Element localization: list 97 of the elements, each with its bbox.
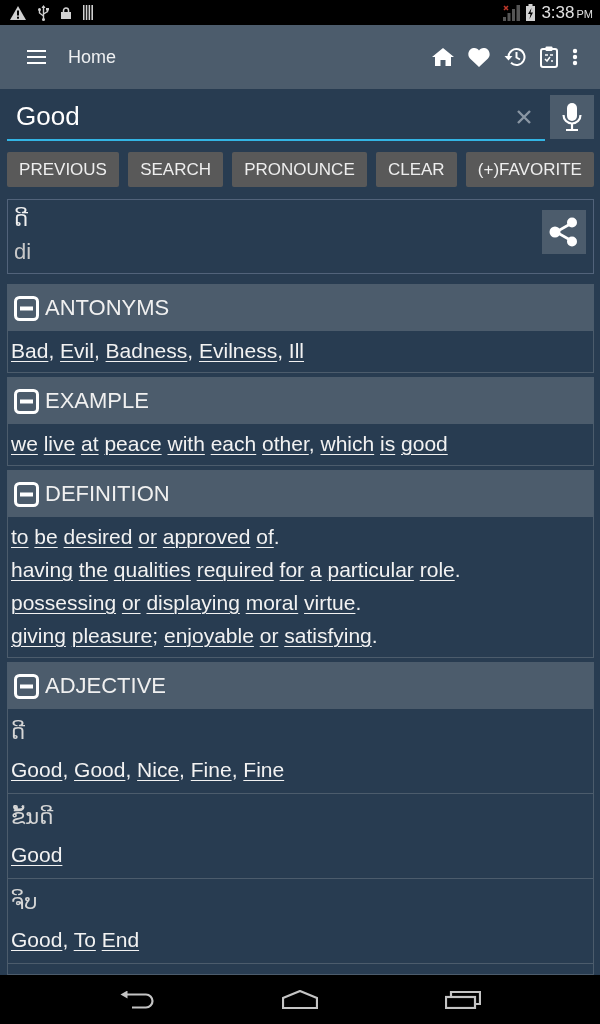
heart-icon[interactable]: [468, 47, 490, 67]
word-link[interactable]: to: [11, 525, 29, 548]
word-link[interactable]: moral: [245, 591, 299, 614]
word-link[interactable]: having: [11, 558, 73, 581]
word-link[interactable]: approved: [162, 525, 251, 548]
lao-word: ຂັ້ນດີ: [11, 804, 55, 831]
lao-word: ຈິບ: [11, 888, 39, 916]
word-link[interactable]: Nice: [137, 758, 180, 781]
word-link[interactable]: for: [279, 558, 305, 581]
word-link[interactable]: satisfying: [284, 624, 372, 647]
warning-icon: [10, 5, 26, 20]
back-icon[interactable]: [120, 990, 154, 1009]
word-link[interactable]: peace: [104, 432, 162, 455]
word-link[interactable]: with: [167, 432, 205, 455]
section-title: ADJECTIVE: [45, 673, 167, 699]
word-link[interactable]: virtue: [304, 591, 356, 614]
word-link[interactable]: possessing: [11, 591, 117, 614]
history-icon[interactable]: [504, 47, 526, 67]
linked-text-line: we live at peace with each other, which is good: [11, 431, 449, 457]
collapse-icon[interactable]: [14, 295, 39, 321]
action-button[interactable]: SEARCH: [128, 152, 224, 187]
share-icon: [549, 217, 579, 247]
word-link[interactable]: or: [259, 624, 279, 647]
lock-icon: [61, 6, 71, 19]
word-link[interactable]: End: [101, 928, 140, 951]
word-link[interactable]: we: [11, 432, 38, 455]
romanization-text: di: [14, 238, 33, 266]
menu-icon[interactable]: [27, 50, 46, 64]
word-link[interactable]: Evilness: [198, 339, 278, 362]
word-link[interactable]: each: [210, 432, 257, 455]
collapse-icon[interactable]: [14, 388, 39, 414]
linked-text-line: Bad, Evil, Badness, Evilness, Ill: [11, 338, 305, 364]
linked-text-line: to be desired or approved of.: [11, 524, 281, 550]
usb-icon: [38, 4, 49, 21]
word-link[interactable]: Good: [11, 928, 63, 951]
section-title: ANTONYMS: [45, 295, 170, 321]
microphone-button[interactable]: [550, 95, 594, 139]
action-button[interactable]: CLEAR: [375, 152, 457, 187]
stripes-icon: [83, 5, 93, 20]
translation-line: Good, Good, Nice, Fine, Fine: [11, 757, 286, 783]
word-link[interactable]: is: [380, 432, 396, 455]
word-link[interactable]: giving: [11, 624, 66, 647]
word-link[interactable]: other: [262, 432, 309, 455]
word-link[interactable]: pleasure: [71, 624, 153, 647]
clock-text: 3:38 PM: [541, 2, 593, 23]
translation-line: Good, To End: [11, 927, 141, 953]
word-link[interactable]: which: [320, 432, 375, 455]
linked-text-line: having the qualities required for a particular role.: [11, 557, 462, 583]
section-title: DEFINITION: [45, 481, 170, 507]
word-link[interactable]: role: [419, 558, 455, 581]
word-link[interactable]: Evil: [60, 339, 94, 362]
word-link[interactable]: a: [309, 558, 322, 581]
search-field[interactable]: Good: [7, 93, 545, 141]
home-outline-icon[interactable]: [282, 990, 318, 1009]
word-link[interactable]: To: [73, 928, 96, 951]
clear-icon[interactable]: [517, 110, 531, 124]
word-link[interactable]: Fine: [190, 758, 232, 781]
battery-icon: [526, 4, 536, 21]
word-link[interactable]: displaying: [146, 591, 240, 614]
word-link[interactable]: Good: [11, 843, 63, 866]
word-link[interactable]: required: [196, 558, 274, 581]
section-title: EXAMPLE: [45, 388, 149, 414]
lao-word: ດີ: [11, 719, 27, 746]
microphone-icon: [562, 103, 582, 131]
word-link[interactable]: qualities: [113, 558, 191, 581]
word-link[interactable]: live: [43, 432, 76, 455]
signal-icon: [503, 4, 521, 21]
word-link[interactable]: or: [121, 591, 141, 614]
action-button[interactable]: PREVIOUS: [7, 152, 120, 187]
clipboard-icon[interactable]: [540, 46, 558, 68]
word-link[interactable]: Ill: [288, 339, 304, 362]
action-button[interactable]: PRONOUNCE: [232, 152, 367, 187]
home-icon[interactable]: [432, 48, 454, 66]
lao-word: ດີ: [14, 206, 30, 233]
word-link[interactable]: Fine: [243, 758, 285, 781]
linked-text-line: possessing or displaying moral virtue.: [11, 590, 363, 616]
word-link[interactable]: of: [256, 525, 274, 548]
word-link[interactable]: at: [81, 432, 99, 455]
word-link[interactable]: enjoyable: [163, 624, 254, 647]
word-link[interactable]: or: [138, 525, 157, 548]
screen-title: Home: [68, 46, 116, 68]
more-icon[interactable]: [572, 48, 578, 66]
collapse-icon[interactable]: [14, 673, 39, 699]
word-link[interactable]: desired: [63, 525, 133, 548]
word-link[interactable]: Badness: [105, 339, 188, 362]
word-link[interactable]: particular: [327, 558, 414, 581]
share-button[interactable]: [542, 210, 586, 254]
word-link[interactable]: Good: [74, 758, 126, 781]
recent-apps-icon[interactable]: [445, 990, 481, 1009]
word-link[interactable]: good: [401, 432, 448, 455]
word-link[interactable]: the: [78, 558, 108, 581]
word-link[interactable]: Bad: [11, 339, 49, 362]
action-button[interactable]: (+)FAVORITE: [465, 152, 594, 187]
collapse-icon[interactable]: [14, 481, 39, 507]
linked-text-line: giving pleasure; enjoyable or satisfying.: [11, 623, 379, 649]
word-link[interactable]: be: [34, 525, 58, 548]
word-link[interactable]: Good: [11, 758, 63, 781]
